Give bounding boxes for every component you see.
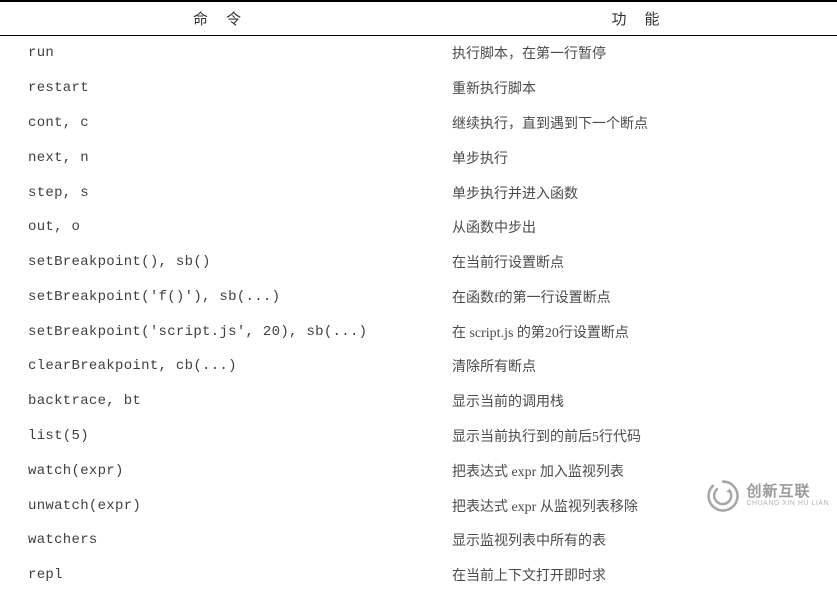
command-cell: backtrace, bt xyxy=(0,384,452,419)
table-row: setBreakpoint('f()'), sb(...)在函数f的第一行设置断… xyxy=(0,279,837,314)
function-cell: 在函数f的第一行设置断点 xyxy=(452,279,837,314)
command-cell: cont, c xyxy=(0,106,452,141)
function-cell: 继续执行，直到遇到下一个断点 xyxy=(452,106,837,141)
function-cell: 显示当前执行到的前后5行代码 xyxy=(452,419,837,454)
table-row: next, n单步执行 xyxy=(0,140,837,175)
table-row: step, s单步执行并进入函数 xyxy=(0,175,837,210)
function-cell: 在当前上下文打开即时求 xyxy=(452,558,837,593)
function-cell: 显示当前的调用栈 xyxy=(452,384,837,419)
brand-pinyin: CHUANG XIN HU LIAN xyxy=(746,500,829,507)
header-command: 命令 xyxy=(0,1,452,36)
command-cell: step, s xyxy=(0,175,452,210)
command-cell: restart xyxy=(0,71,452,106)
brand-logo-icon xyxy=(706,479,740,513)
header-function: 功能 xyxy=(452,1,837,36)
function-cell: 在 script.js 的第20行设置断点 xyxy=(452,314,837,349)
command-cell: out, o xyxy=(0,210,452,245)
command-cell: clearBreakpoint, cb(...) xyxy=(0,349,452,384)
command-cell: watch(expr) xyxy=(0,453,452,488)
table-row: list(5)显示当前执行到的前后5行代码 xyxy=(0,419,837,454)
table-row: out, o从函数中步出 xyxy=(0,210,837,245)
table-row: restart重新执行脚本 xyxy=(0,71,837,106)
command-cell: watchers xyxy=(0,523,452,558)
command-cell: setBreakpoint('f()'), sb(...) xyxy=(0,279,452,314)
header-row: 命令 功能 xyxy=(0,1,837,36)
function-cell: 清除所有断点 xyxy=(452,349,837,384)
command-cell: unwatch(expr) xyxy=(0,488,452,523)
command-cell: setBreakpoint('script.js', 20), sb(...) xyxy=(0,314,452,349)
table-row: cont, c继续执行，直到遇到下一个断点 xyxy=(0,106,837,141)
command-cell: repl xyxy=(0,558,452,593)
function-cell: 单步执行 xyxy=(452,140,837,175)
function-cell: 重新执行脚本 xyxy=(452,71,837,106)
command-cell: setBreakpoint(), sb() xyxy=(0,245,452,280)
watermark: 创新互联 CHUANG XIN HU LIAN xyxy=(706,479,829,513)
brand-name: 创新互联 xyxy=(746,484,829,500)
brand-text: 创新互联 CHUANG XIN HU LIAN xyxy=(746,484,829,507)
table-row: backtrace, bt显示当前的调用栈 xyxy=(0,384,837,419)
table-row: setBreakpoint('script.js', 20), sb(...)在… xyxy=(0,314,837,349)
table-row: repl在当前上下文打开即时求 xyxy=(0,558,837,593)
function-cell: 在当前行设置断点 xyxy=(452,245,837,280)
command-cell: list(5) xyxy=(0,419,452,454)
table-row: setBreakpoint(), sb()在当前行设置断点 xyxy=(0,245,837,280)
function-cell: 显示监视列表中所有的表 xyxy=(452,523,837,558)
table-row: watchers显示监视列表中所有的表 xyxy=(0,523,837,558)
function-cell: 执行脚本，在第一行暂停 xyxy=(452,36,837,71)
function-cell: 单步执行并进入函数 xyxy=(452,175,837,210)
table-row: run执行脚本，在第一行暂停 xyxy=(0,36,837,71)
command-cell: next, n xyxy=(0,140,452,175)
command-cell: run xyxy=(0,36,452,71)
table-row: clearBreakpoint, cb(...)清除所有断点 xyxy=(0,349,837,384)
function-cell: 从函数中步出 xyxy=(452,210,837,245)
